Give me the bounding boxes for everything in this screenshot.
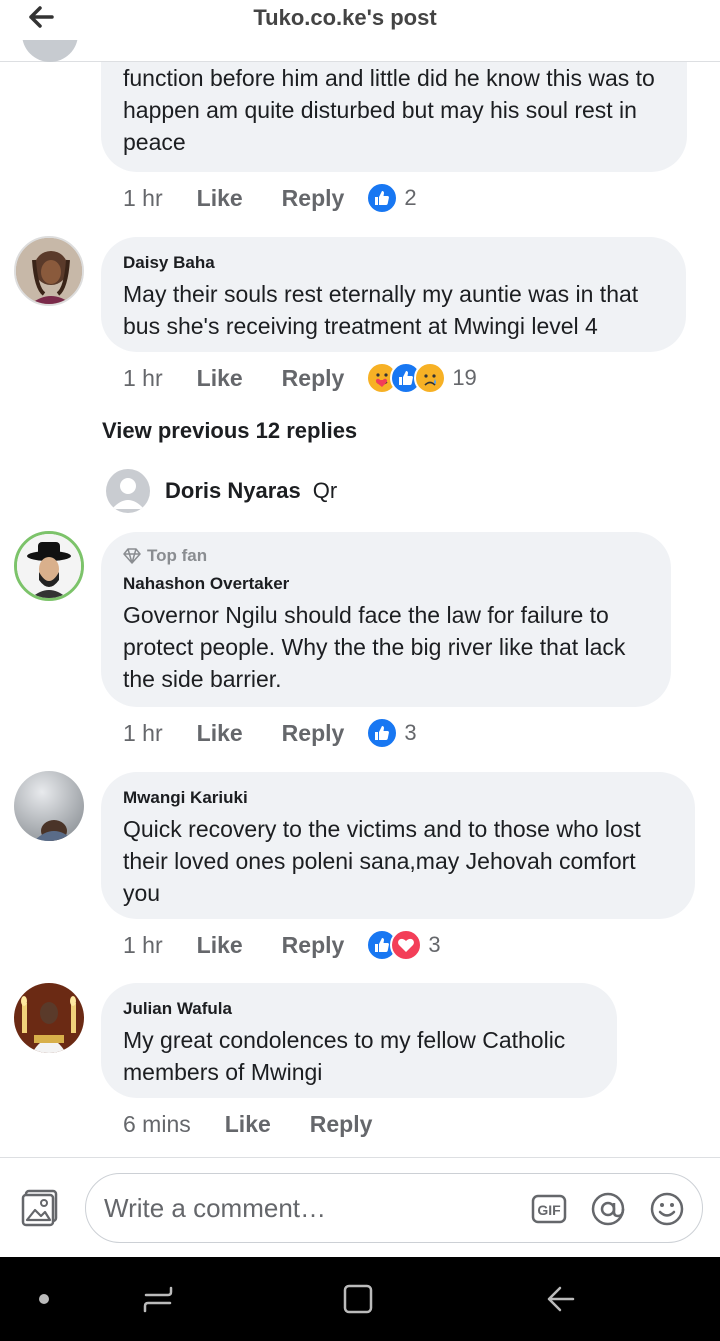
reply-button[interactable]: Reply [282, 365, 345, 392]
reactions-summary[interactable]: 2 [366, 182, 417, 214]
comment-actions: 1 hr Like Reply 2 [123, 182, 417, 214]
back-icon[interactable] [540, 1279, 580, 1319]
reaction-count: 3 [404, 720, 417, 745]
gif-icon[interactable]: GIF [531, 1191, 567, 1227]
comment-actions: 1 hr Like Reply 3 [123, 929, 441, 961]
comment-author[interactable]: Daisy Baha [123, 253, 664, 273]
home-icon[interactable] [338, 1279, 378, 1319]
comment-time: 1 hr [123, 931, 163, 958]
diamond-icon [123, 548, 141, 564]
avatar[interactable] [14, 531, 84, 601]
like-button[interactable]: Like [225, 1111, 271, 1138]
reply-button[interactable]: Reply [282, 932, 345, 959]
typing-indicator: Doris Nyaras Qr [106, 469, 337, 513]
reactions-summary[interactable]: 19 [366, 362, 477, 394]
reply-button[interactable]: Reply [282, 720, 345, 747]
comment-text: May their souls rest eternally my auntie… [123, 281, 639, 339]
avatar[interactable] [14, 983, 84, 1053]
recents-icon[interactable] [138, 1279, 178, 1319]
like-icon [366, 717, 399, 749]
like-button[interactable]: Like [197, 365, 243, 392]
comment-text: My great condolences to my fellow Cathol… [123, 1027, 566, 1085]
avatar[interactable] [14, 236, 84, 306]
emoji-icon[interactable] [649, 1191, 685, 1227]
reaction-count: 3 [428, 932, 441, 957]
reaction-count: 2 [404, 185, 417, 210]
like-button[interactable]: Like [197, 720, 243, 747]
comment-bubble: Top fan Nahashon Overtaker Governor Ngil… [101, 532, 671, 707]
comment-text: Quick recovery to the victims and to tho… [123, 816, 641, 906]
reactions-summary[interactable]: 3 [366, 929, 441, 961]
system-navigation-bar [0, 1257, 720, 1341]
comment-time: 6 mins [123, 1110, 191, 1137]
comment-bubble: Daisy Baha May their souls rest eternall… [101, 237, 686, 352]
reactions-summary[interactable]: 3 [366, 717, 417, 749]
top-fan-label: Top fan [147, 546, 208, 565]
comment-actions: 1 hr Like Reply 19 [123, 362, 477, 394]
love-icon [390, 929, 423, 961]
top-fan-badge: Top fan [123, 546, 649, 566]
comment-time: 1 hr [123, 364, 163, 391]
comment-bubble: function before him and little did he kn… [101, 62, 687, 172]
reply-button[interactable]: Reply [282, 185, 345, 212]
like-icon [366, 182, 399, 214]
comment-text: function before him and little did he kn… [123, 65, 655, 155]
like-button[interactable]: Like [197, 932, 243, 959]
comment-actions: 1 hr Like Reply 3 [123, 717, 417, 749]
avatar[interactable] [22, 40, 78, 62]
reaction-count: 19 [452, 365, 477, 390]
comment-placeholder: Write a comment… [104, 1193, 327, 1223]
svg-text:GIF: GIF [537, 1202, 561, 1218]
top-bar: Tuko.co.ke's post [0, 0, 720, 62]
page-title: Tuko.co.ke's post [253, 5, 437, 30]
comment-text: Governor Ngilu should face the law for f… [123, 602, 626, 692]
avatar[interactable] [106, 469, 150, 513]
typing-text: Qr [312, 478, 338, 503]
comment-composer: Write a comment… GIF [0, 1157, 720, 1257]
comment-time: 1 hr [123, 719, 163, 746]
comment-bubble: Julian Wafula My great condolences to my… [101, 983, 617, 1098]
comment-bubble: Mwangi Kariuki Quick recovery to the vic… [101, 772, 695, 919]
sad-icon [414, 362, 447, 394]
avatar[interactable] [14, 771, 84, 841]
like-button[interactable]: Like [197, 185, 243, 212]
comment-input[interactable]: Write a comment… GIF [85, 1173, 703, 1243]
comment-author[interactable]: Nahashon Overtaker [123, 574, 649, 594]
dot-icon[interactable] [24, 1279, 64, 1319]
view-previous-replies-link[interactable]: View previous 12 replies [102, 418, 357, 444]
comment-time: 1 hr [123, 184, 163, 211]
mention-icon[interactable] [590, 1191, 626, 1227]
comment-author[interactable]: Julian Wafula [123, 999, 595, 1019]
comment-author[interactable]: Mwangi Kariuki [123, 788, 673, 808]
typing-user-name[interactable]: Doris Nyaras [165, 478, 301, 504]
comment-actions: 6 mins Like Reply [123, 1108, 372, 1140]
photo-icon[interactable] [20, 1188, 60, 1228]
reply-button[interactable]: Reply [310, 1111, 373, 1138]
